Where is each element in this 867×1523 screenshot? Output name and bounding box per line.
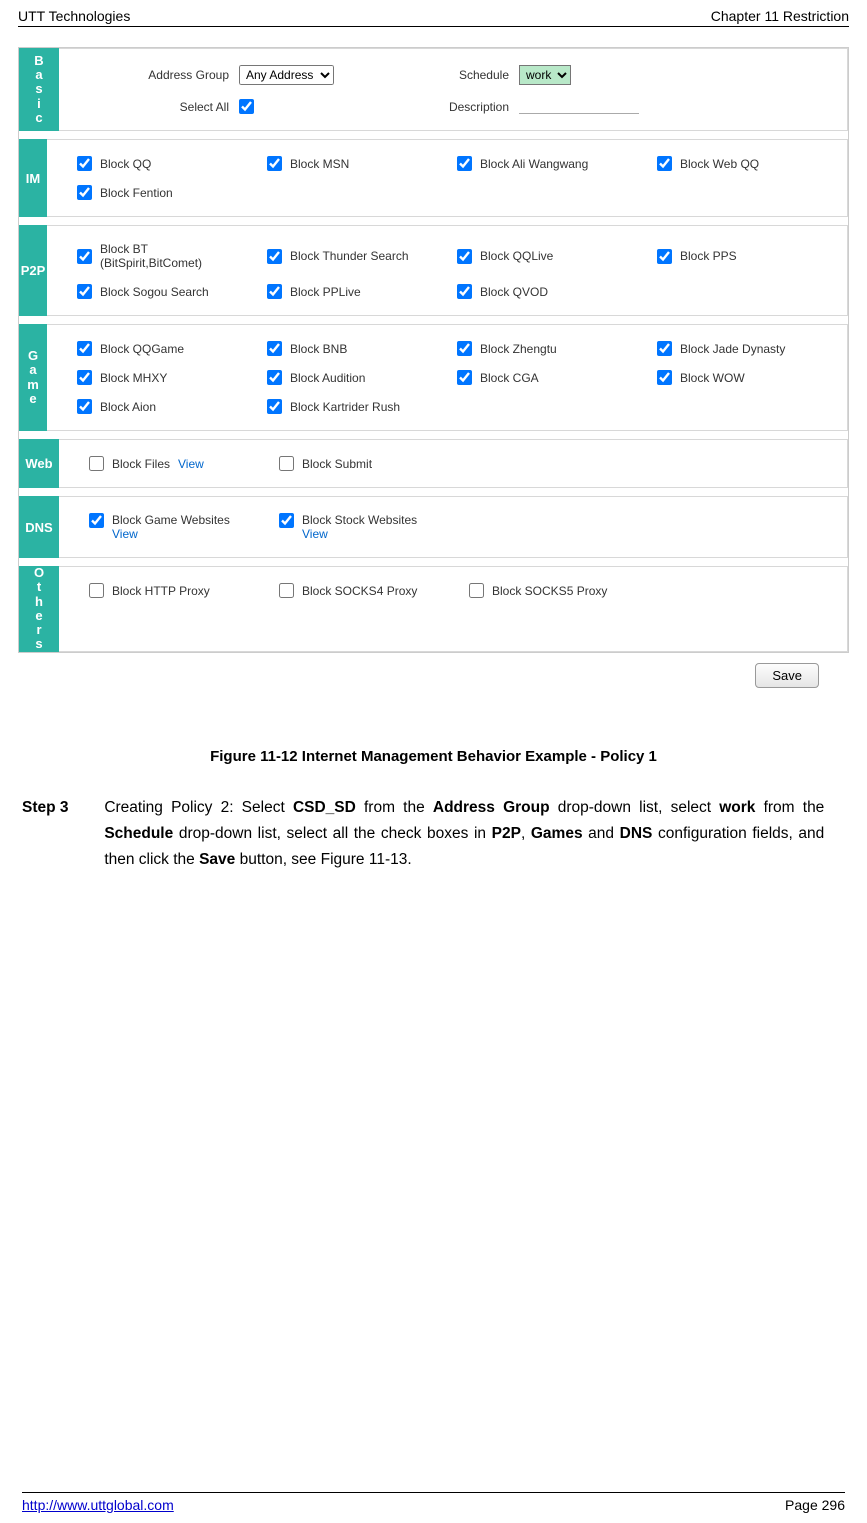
checkbox-block-pplive[interactable] xyxy=(267,284,282,299)
label-block-stock-sites: Block Stock Websites xyxy=(302,513,417,527)
label-block-fention: Block Fention xyxy=(100,186,173,200)
section-label-others: Others xyxy=(19,566,59,652)
section-others: Others Block HTTP Proxy Block SOCKS4 Pro… xyxy=(19,566,848,652)
section-p2p: P2P Block BT (BitSpirit,BitComet) Block … xyxy=(19,225,848,324)
checkbox-block-kartrider[interactable] xyxy=(267,399,282,414)
header-right: Chapter 11 Restriction xyxy=(711,8,849,24)
checkbox-block-socks5[interactable] xyxy=(469,583,484,598)
label-block-aion: Block Aion xyxy=(100,400,156,414)
section-game: Game Block QQGame Block BNB Block Zhengt… xyxy=(19,324,848,439)
section-label-im: IM xyxy=(19,139,47,217)
address-group-label: Address Group xyxy=(89,68,239,82)
checkbox-block-qvod[interactable] xyxy=(457,284,472,299)
address-group-select[interactable]: Any Address xyxy=(239,65,334,85)
label-block-mhxy: Block MHXY xyxy=(100,371,167,385)
label-block-pplive: Block PPLive xyxy=(290,285,361,299)
checkbox-block-files[interactable] xyxy=(89,456,104,471)
checkbox-block-pps[interactable] xyxy=(657,249,672,264)
save-button[interactable]: Save xyxy=(755,663,819,688)
checkbox-block-bnb[interactable] xyxy=(267,341,282,356)
label-block-msn: Block MSN xyxy=(290,157,349,171)
checkbox-block-qqlive[interactable] xyxy=(457,249,472,264)
label-block-socks5: Block SOCKS5 Proxy xyxy=(492,584,607,598)
checkbox-block-jade[interactable] xyxy=(657,341,672,356)
checkbox-block-cga[interactable] xyxy=(457,370,472,385)
checkbox-block-webqq[interactable] xyxy=(657,156,672,171)
description-label: Description xyxy=(409,100,519,114)
section-dns: DNS Block Game WebsitesView Block Stock … xyxy=(19,496,848,566)
checkbox-block-fention[interactable] xyxy=(77,185,92,200)
section-label-game: Game xyxy=(19,324,47,431)
checkbox-block-game-sites[interactable] xyxy=(89,513,104,528)
label-block-files: Block Files xyxy=(112,457,170,471)
checkbox-block-bt[interactable] xyxy=(77,249,92,264)
label-block-pps: Block PPS xyxy=(680,249,737,263)
label-block-bnb: Block BNB xyxy=(290,342,347,356)
label-block-kartrider: Block Kartrider Rush xyxy=(290,400,400,414)
checkbox-block-socks4[interactable] xyxy=(279,583,294,598)
checkbox-block-wow[interactable] xyxy=(657,370,672,385)
checkbox-block-sogou[interactable] xyxy=(77,284,92,299)
section-label-dns: DNS xyxy=(19,496,59,558)
footer-divider xyxy=(22,1492,845,1493)
description-input[interactable] xyxy=(519,99,639,114)
checkbox-block-qq[interactable] xyxy=(77,156,92,171)
checkbox-block-qqgame[interactable] xyxy=(77,341,92,356)
checkbox-block-audition[interactable] xyxy=(267,370,282,385)
label-block-zhengtu: Block Zhengtu xyxy=(480,342,557,356)
checkbox-block-thunder[interactable] xyxy=(267,249,282,264)
label-block-thunder: Block Thunder Search xyxy=(290,249,409,263)
label-block-game-sites: Block Game Websites xyxy=(112,513,230,527)
label-block-qqlive: Block QQLive xyxy=(480,249,553,263)
label-block-wow: Block WOW xyxy=(680,371,745,385)
checkbox-block-stock-sites[interactable] xyxy=(279,513,294,528)
link-view-files[interactable]: View xyxy=(178,457,204,471)
config-panel: Basic Address Group Any Address Schedule… xyxy=(18,47,849,653)
checkbox-block-submit[interactable] xyxy=(279,456,294,471)
schedule-select[interactable]: work xyxy=(519,65,571,85)
figure-caption: Figure 11-12 Internet Management Behavio… xyxy=(18,748,849,765)
section-label-web: Web xyxy=(19,439,59,488)
label-block-submit: Block Submit xyxy=(302,457,372,471)
label-block-webqq: Block Web QQ xyxy=(680,157,759,171)
section-label-basic: Basic xyxy=(19,48,59,131)
link-view-game-sites[interactable]: View xyxy=(112,527,138,541)
checkbox-block-ali[interactable] xyxy=(457,156,472,171)
select-all-checkbox[interactable] xyxy=(239,99,254,114)
checkbox-block-mhxy[interactable] xyxy=(77,370,92,385)
step-3: Step 3 Creating Policy 2: Select CSD_SD … xyxy=(22,795,845,874)
label-block-sogou: Block Sogou Search xyxy=(100,285,209,299)
label-block-audition: Block Audition xyxy=(290,371,365,385)
section-label-p2p: P2P xyxy=(19,225,47,316)
step-label: Step 3 xyxy=(22,795,100,821)
label-block-cga: Block CGA xyxy=(480,371,539,385)
label-block-ali: Block Ali Wangwang xyxy=(480,157,588,171)
label-block-bt: Block BT (BitSpirit,BitComet) xyxy=(100,242,202,270)
checkbox-block-zhengtu[interactable] xyxy=(457,341,472,356)
checkbox-block-msn[interactable] xyxy=(267,156,282,171)
label-block-qvod: Block QVOD xyxy=(480,285,548,299)
select-all-label: Select All xyxy=(89,100,239,114)
label-block-http-proxy: Block HTTP Proxy xyxy=(112,584,210,598)
footer-url[interactable]: http://www.uttglobal.com xyxy=(22,1497,174,1513)
link-view-stock-sites[interactable]: View xyxy=(302,527,328,541)
section-web: Web Block Files View Block Submit xyxy=(19,439,848,496)
section-basic: Basic Address Group Any Address Schedule… xyxy=(19,48,848,139)
section-im: IM Block QQ Block MSN Block Ali Wangwang… xyxy=(19,139,848,225)
header-left: UTT Technologies xyxy=(18,8,130,24)
label-block-qq: Block QQ xyxy=(100,157,151,171)
label-block-jade: Block Jade Dynasty xyxy=(680,342,785,356)
page-footer: http://www.uttglobal.com Page 296 xyxy=(0,1490,867,1523)
header-divider xyxy=(18,26,849,27)
schedule-label: Schedule xyxy=(409,68,519,82)
label-block-qqgame: Block QQGame xyxy=(100,342,184,356)
checkbox-block-http-proxy[interactable] xyxy=(89,583,104,598)
checkbox-block-aion[interactable] xyxy=(77,399,92,414)
footer-page: Page 296 xyxy=(785,1497,845,1513)
label-block-socks4: Block SOCKS4 Proxy xyxy=(302,584,417,598)
